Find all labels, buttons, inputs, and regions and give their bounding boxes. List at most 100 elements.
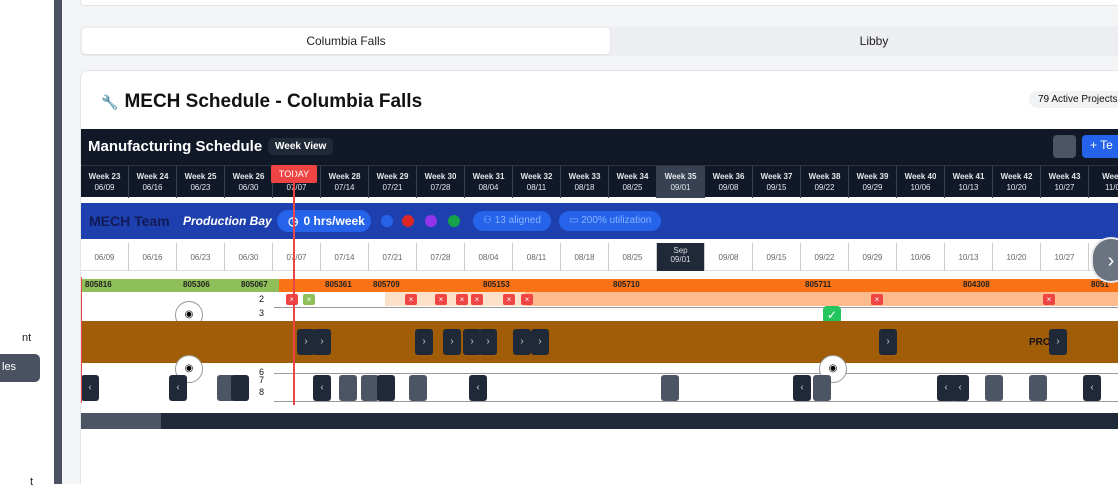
scrollbar-thumb[interactable]	[81, 413, 161, 429]
chevron-left-icon[interactable]: ‹	[1083, 375, 1101, 401]
chevron-right-icon[interactable]: ›	[313, 329, 331, 355]
week-column-header: Week 40 10/06	[897, 166, 945, 198]
chevron-left-icon[interactable]: ‹	[951, 375, 969, 401]
date-cell: 09/22	[801, 243, 849, 271]
chevron-right-icon[interactable]: ›	[479, 329, 497, 355]
chevron-right-icon[interactable]: ›	[531, 329, 549, 355]
hours-value: 0 hrs/week	[303, 214, 365, 228]
date-label: 06/30	[238, 253, 259, 262]
week-date: 09/08	[718, 183, 739, 192]
page-title: 🔧 MECH Schedule - Columbia Falls	[101, 91, 422, 113]
chevron-right-icon[interactable]: ›	[415, 329, 433, 355]
sidebar-item-schedules[interactable]: les	[0, 354, 40, 382]
week-date: 08/11	[526, 183, 547, 192]
task-block[interactable]	[813, 375, 831, 401]
close-icon[interactable]: ×	[286, 294, 298, 305]
date-cell: 10/06	[897, 243, 945, 271]
sidebar-item-label[interactable]: t	[30, 476, 33, 488]
grid-dot-icon[interactable]	[423, 213, 439, 229]
project-label: PRO	[1029, 337, 1051, 348]
phase-bar[interactable]	[525, 292, 1118, 306]
week-date: 07/07	[286, 183, 307, 192]
week-column-header: Week 28 07/14	[321, 166, 369, 198]
date-cell: 09/15	[753, 243, 801, 271]
close-icon[interactable]: ×	[471, 294, 483, 305]
chevron-left-icon[interactable]: ‹	[469, 375, 487, 401]
scroll-right-button[interactable]: ›	[1091, 237, 1118, 283]
project-bar-large[interactable]	[81, 321, 1118, 363]
close-icon[interactable]: ×	[435, 294, 447, 305]
week-number: Week 40	[904, 172, 937, 181]
utilization-pill[interactable]: ▭ 200% utilization	[559, 211, 662, 231]
date-label: 09/22	[814, 253, 835, 262]
week-column-header: Week 34 08/25	[609, 166, 657, 198]
week-number: Week 24	[136, 172, 169, 181]
date-label: 09/08	[718, 253, 739, 262]
task-block[interactable]	[339, 375, 357, 401]
week-date: 06/23	[190, 183, 211, 192]
settings-button[interactable]	[1053, 135, 1076, 158]
week-number: Week 41	[952, 172, 985, 181]
tab-columbia-falls[interactable]: Columbia Falls	[82, 28, 610, 54]
horizontal-scrollbar[interactable]	[81, 413, 1118, 429]
sidebar-divider	[54, 0, 62, 484]
date-label: 07/07	[286, 253, 307, 262]
task-block[interactable]	[377, 375, 395, 401]
week-number: Week 29	[376, 172, 409, 181]
task-block[interactable]	[661, 375, 679, 401]
week-column-header: Week 32 08/11	[513, 166, 561, 198]
date-label: 10/27	[1054, 253, 1075, 262]
date-label: 08/25	[622, 253, 643, 262]
week-number: Week 28	[328, 172, 361, 181]
chevron-left-icon[interactable]: ‹	[793, 375, 811, 401]
chevron-right-icon[interactable]: ›	[1049, 329, 1067, 355]
close-icon[interactable]: ×	[503, 294, 515, 305]
week-column-header: Week 31 08/04	[465, 166, 513, 198]
close-icon[interactable]: ×	[871, 294, 883, 305]
date-label: 10/20	[1006, 253, 1027, 262]
hours-pill[interactable]: ◷ 0 hrs/week	[277, 210, 371, 232]
close-icon[interactable]: ×	[456, 294, 468, 305]
wrench-dot-icon[interactable]	[379, 213, 395, 229]
aligned-pill[interactable]: ⚇ 13 aligned	[473, 211, 551, 231]
close-icon[interactable]: ×	[405, 294, 417, 305]
week-view-toggle[interactable]: Week View	[268, 138, 334, 155]
row-number: 8	[259, 387, 265, 397]
task-block[interactable]	[231, 375, 249, 401]
sidebar-item-label[interactable]: nt	[22, 332, 31, 344]
date-label: 07/28	[430, 253, 451, 262]
week-number: Week 43	[1048, 172, 1081, 181]
date-cell: 06/23	[177, 243, 225, 271]
close-icon[interactable]: ×	[521, 294, 533, 305]
gear-dot-icon[interactable]	[446, 213, 462, 229]
week-column-header: Week 25 06/23	[177, 166, 225, 198]
task-block[interactable]	[409, 375, 427, 401]
users-icon: ⚇	[483, 215, 495, 226]
chevron-left-icon[interactable]: ‹	[313, 375, 331, 401]
date-label: 07/14	[334, 253, 355, 262]
add-team-button[interactable]: + Te	[1082, 135, 1118, 158]
date-label: 08/11	[526, 253, 547, 262]
chevron-right-icon[interactable]: ›	[443, 329, 461, 355]
chevron-left-icon[interactable]: ‹	[169, 375, 187, 401]
team-name: MECH Team	[89, 213, 170, 229]
tool-dot-icon[interactable]	[400, 213, 416, 229]
chevron-right-icon[interactable]: ›	[513, 329, 531, 355]
date-label: 06/16	[142, 253, 163, 262]
close-icon[interactable]: ×	[1043, 294, 1055, 305]
date-cell: 08/11	[513, 243, 561, 271]
tab-libby[interactable]: Libby	[610, 28, 1118, 54]
week-column-header: Week 33 08/18	[561, 166, 609, 198]
task-block[interactable]	[1029, 375, 1047, 401]
close-icon[interactable]: ×	[303, 294, 315, 305]
chevron-right-icon[interactable]: ›	[879, 329, 897, 355]
active-projects-badge: 79 Active Projects	[1029, 91, 1118, 108]
chevron-left-icon[interactable]: ‹	[81, 375, 99, 401]
aligned-value: 13 aligned	[494, 215, 541, 226]
schedule-header: Manufacturing Schedule Week View + Te	[81, 129, 1118, 165]
date-cell: 07/07	[273, 243, 321, 271]
task-block[interactable]	[985, 375, 1003, 401]
date-cell: 10/27	[1041, 243, 1089, 271]
week-column-header: Week 43 10/27	[1041, 166, 1089, 198]
week-number: Week	[1102, 172, 1118, 181]
